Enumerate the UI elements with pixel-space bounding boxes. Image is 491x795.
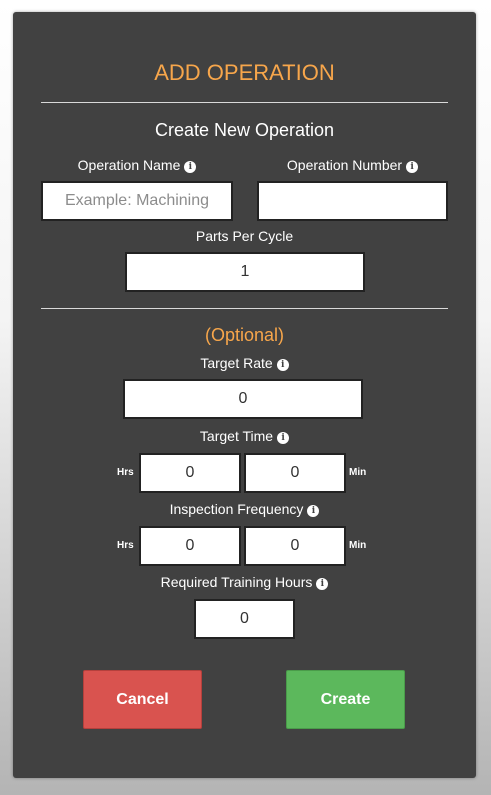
- required-training-hours-label: Required Training Hours i: [13, 573, 476, 591]
- target-rate-input[interactable]: [123, 379, 363, 419]
- info-circle-icon[interactable]: i: [316, 578, 329, 590]
- info-circle-icon[interactable]: i: [307, 505, 320, 517]
- required-training-hours-input[interactable]: [194, 599, 295, 639]
- operation-number-label-text: Operation Number: [286, 157, 403, 173]
- form-subtitle: Create New Operation: [154, 120, 335, 140]
- operation-name-input[interactable]: [41, 181, 233, 221]
- operation-number-input[interactable]: [257, 181, 448, 221]
- add-operation-dialog: ADD OPERATION Create New Operation Opera…: [13, 12, 476, 778]
- parts-per-cycle-input[interactable]: [125, 252, 365, 292]
- create-button[interactable]: Create: [286, 670, 405, 729]
- target-time-hours-input[interactable]: [139, 453, 241, 493]
- operation-name-label-text: Operation Name: [77, 157, 181, 173]
- target-time-label: Target Time i: [13, 427, 476, 445]
- cancel-button[interactable]: Cancel: [83, 670, 202, 729]
- required-training-hours-label-text: Required Training Hours: [160, 574, 313, 590]
- info-circle-icon[interactable]: i: [184, 161, 197, 173]
- inspection-frequency-hours-unit: Hrs: [117, 540, 134, 551]
- dialog-title: ADD OPERATION: [154, 60, 335, 85]
- inspection-frequency-minutes-unit: Min: [349, 540, 367, 551]
- title-divider: [41, 102, 448, 103]
- inspection-frequency-label-text: Inspection Frequency: [169, 501, 304, 517]
- inspection-frequency-hours-input[interactable]: [139, 526, 241, 566]
- info-circle-icon[interactable]: i: [276, 359, 289, 371]
- parts-per-cycle-label: Parts Per Cycle: [195, 228, 294, 244]
- section-divider: [41, 308, 448, 309]
- inspection-frequency-label: Inspection Frequency i: [13, 500, 476, 518]
- info-circle-icon[interactable]: i: [277, 432, 290, 444]
- inspection-frequency-minutes-input[interactable]: [244, 526, 346, 566]
- operation-name-label: Operation Name i: [41, 156, 233, 174]
- target-time-label-text: Target Time: [199, 428, 274, 444]
- target-time-minutes-unit: Min: [349, 467, 367, 478]
- target-time-hours-unit: Hrs: [117, 467, 134, 478]
- operation-number-label: Operation Number i: [257, 156, 448, 174]
- target-rate-label: Target Rate i: [13, 354, 476, 372]
- info-circle-icon[interactable]: i: [406, 161, 419, 173]
- target-time-minutes-input[interactable]: [244, 453, 346, 493]
- target-rate-label-text: Target Rate: [200, 355, 273, 371]
- optional-section-heading: (Optional): [204, 325, 285, 345]
